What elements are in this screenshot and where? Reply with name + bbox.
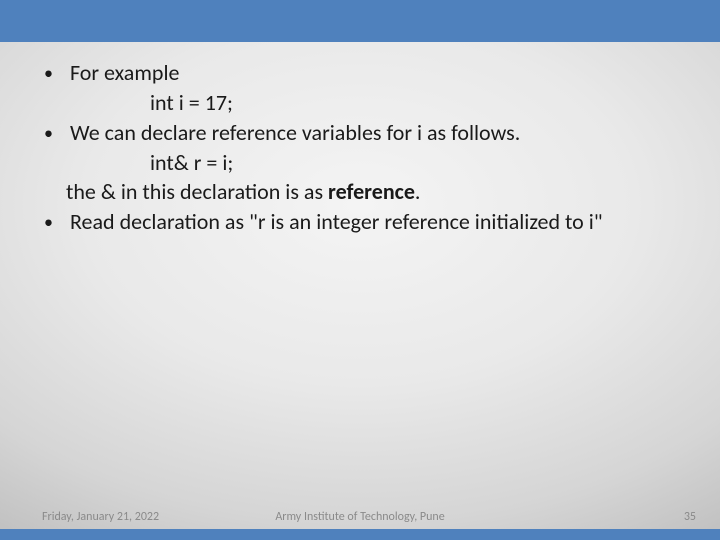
bullet-3-text: Read declaration as "r is an integer ref… bbox=[70, 207, 680, 237]
bullet-2-explain-post: . bbox=[415, 178, 421, 205]
bullet-2-explain: the & in this declaration is as referenc… bbox=[40, 177, 680, 207]
bullet-icon: • bbox=[40, 118, 70, 148]
bullet-2-explain-bold: reference bbox=[328, 178, 415, 205]
bullet-icon: • bbox=[40, 58, 70, 88]
bullet-2: • We can declare reference variables for… bbox=[40, 118, 680, 148]
bullet-1-text: For example bbox=[70, 58, 680, 88]
title-bar bbox=[0, 0, 720, 42]
bullet-2-text: We can declare reference variables for i… bbox=[70, 118, 680, 148]
slide-body: • For example int i = 17; • We can decla… bbox=[40, 58, 680, 237]
bullet-1-code: int i = 17; bbox=[40, 88, 680, 118]
footer-institution: Army Institute of Technology, Pune bbox=[0, 510, 720, 524]
bullet-2-code: int& r = i; bbox=[40, 148, 680, 178]
bottom-accent-bar bbox=[0, 529, 720, 540]
bullet-3: • Read declaration as "r is an integer r… bbox=[40, 207, 680, 237]
bullet-2-explain-pre: the & in this declaration is as bbox=[66, 178, 328, 205]
bullet-icon: • bbox=[40, 207, 70, 237]
slide: • For example int i = 17; • We can decla… bbox=[0, 0, 720, 540]
bullet-1: • For example bbox=[40, 58, 680, 88]
footer-page-number: 35 bbox=[684, 510, 696, 524]
